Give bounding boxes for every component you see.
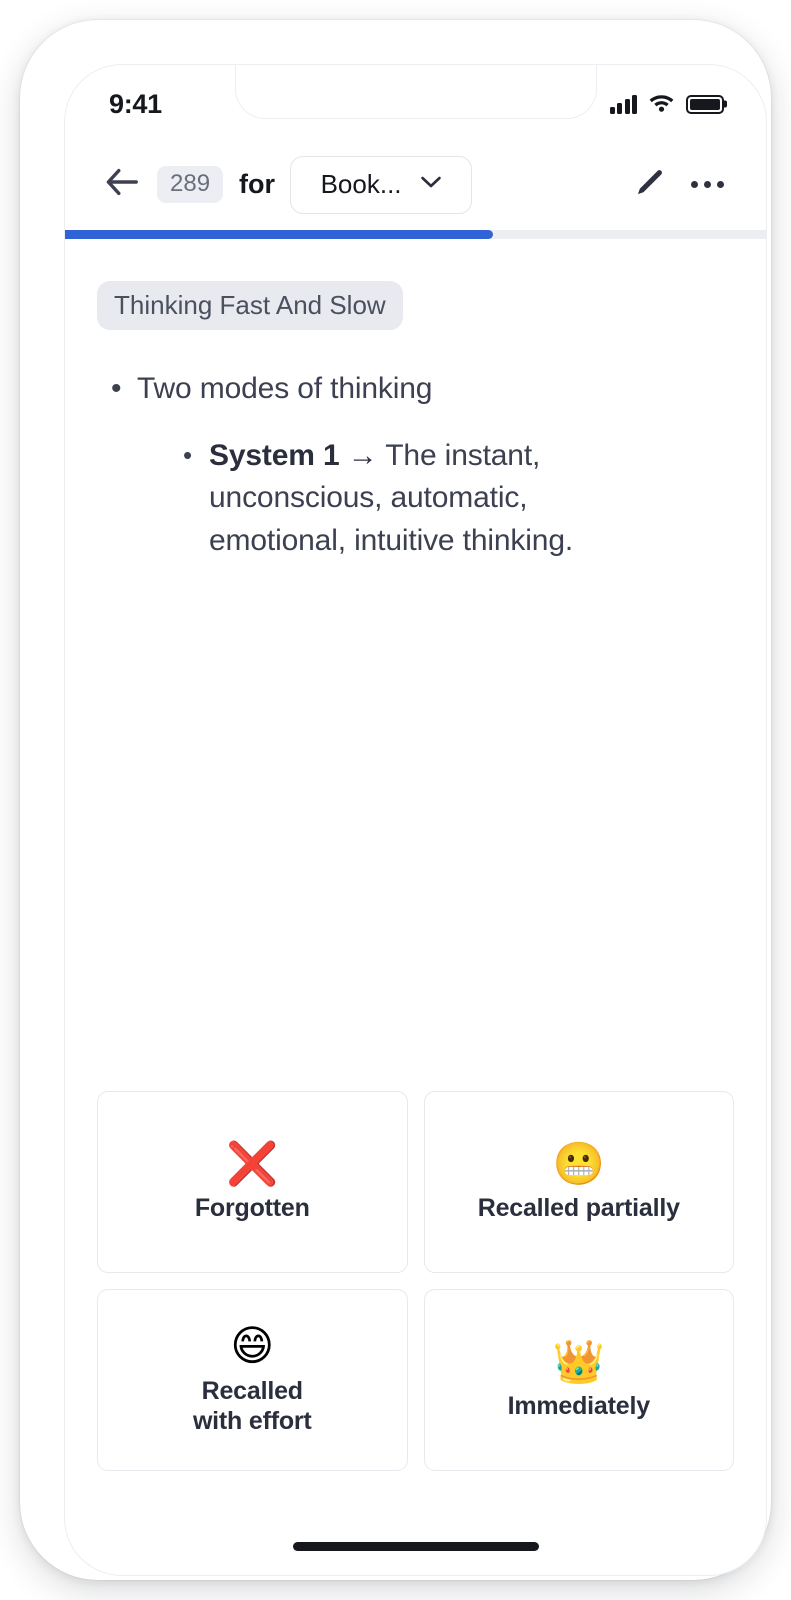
answer-button-recalled-with-effort[interactable]: 😄 Recalled with effort [97, 1289, 408, 1471]
answer-button-recalled-partially[interactable]: 😬 Recalled partially [423, 1091, 734, 1273]
more-options-button[interactable] [678, 156, 736, 214]
bullet-text: System 1 → The instant, unconscious, aut… [209, 435, 619, 563]
bullet-marker: • [111, 372, 122, 405]
phone-frame: 9:41 289 for Book... Thinking Fast And S… [20, 20, 771, 1580]
study-progress-bar [65, 230, 766, 239]
grimacing-face-icon: 😬 [552, 1138, 605, 1188]
cellular-signal-icon [609, 94, 637, 114]
answer-label: Immediately [507, 1391, 651, 1420]
grinning-face-icon: 😄 [230, 1321, 275, 1371]
battery-full-icon [686, 94, 724, 114]
note-content: • Two modes of thinking • System 1 → The… [97, 368, 734, 562]
app-header: 289 for Book... [65, 139, 766, 230]
home-indicator[interactable] [292, 1542, 539, 1551]
status-bar: 9:41 [65, 65, 766, 139]
answer-label: Recalled with effort [192, 1376, 312, 1436]
ellipsis-horizontal-icon [690, 181, 724, 188]
cross-mark-icon: ❌ [226, 1138, 279, 1188]
wifi-icon [648, 92, 675, 117]
answer-button-forgotten[interactable]: ❌ Forgotten [97, 1091, 408, 1273]
edit-button[interactable] [620, 156, 678, 214]
for-label: for [239, 169, 276, 199]
pencil-icon [634, 167, 664, 202]
status-bar-icons [609, 88, 724, 117]
deck-tag[interactable]: Thinking Fast And Slow [97, 281, 403, 330]
deck-selector-label: Book... [320, 169, 402, 199]
phone-screen: 9:41 289 for Book... Thinking Fast And S… [64, 64, 767, 1576]
back-button[interactable] [93, 156, 151, 214]
deck-selector[interactable]: Book... [290, 155, 473, 214]
arrow-left-icon [105, 168, 139, 201]
status-bar-time: 9:41 [109, 88, 162, 119]
bullet-item-level1: • Two modes of thinking [107, 368, 734, 411]
bullet-item-level2: • System 1 → The instant, unconscious, a… [179, 435, 619, 563]
bullet-marker: • [183, 439, 193, 470]
bullet-text: Two modes of thinking [137, 372, 433, 405]
answer-label: Recalled partially [477, 1193, 680, 1222]
answer-label: Forgotten [194, 1193, 310, 1222]
card-count-badge: 289 [157, 166, 224, 203]
bullet-bold-term: System 1 [209, 438, 340, 472]
answer-grid: ❌ Forgotten 😬 Recalled partially 😄 Recal… [97, 1091, 734, 1471]
crown-icon: 👑 [552, 1336, 605, 1386]
answer-button-immediately[interactable]: 👑 Immediately [423, 1289, 734, 1471]
chevron-down-icon [420, 175, 442, 194]
study-progress-fill [65, 230, 493, 239]
bullet-arrow-icon: → [339, 438, 378, 472]
